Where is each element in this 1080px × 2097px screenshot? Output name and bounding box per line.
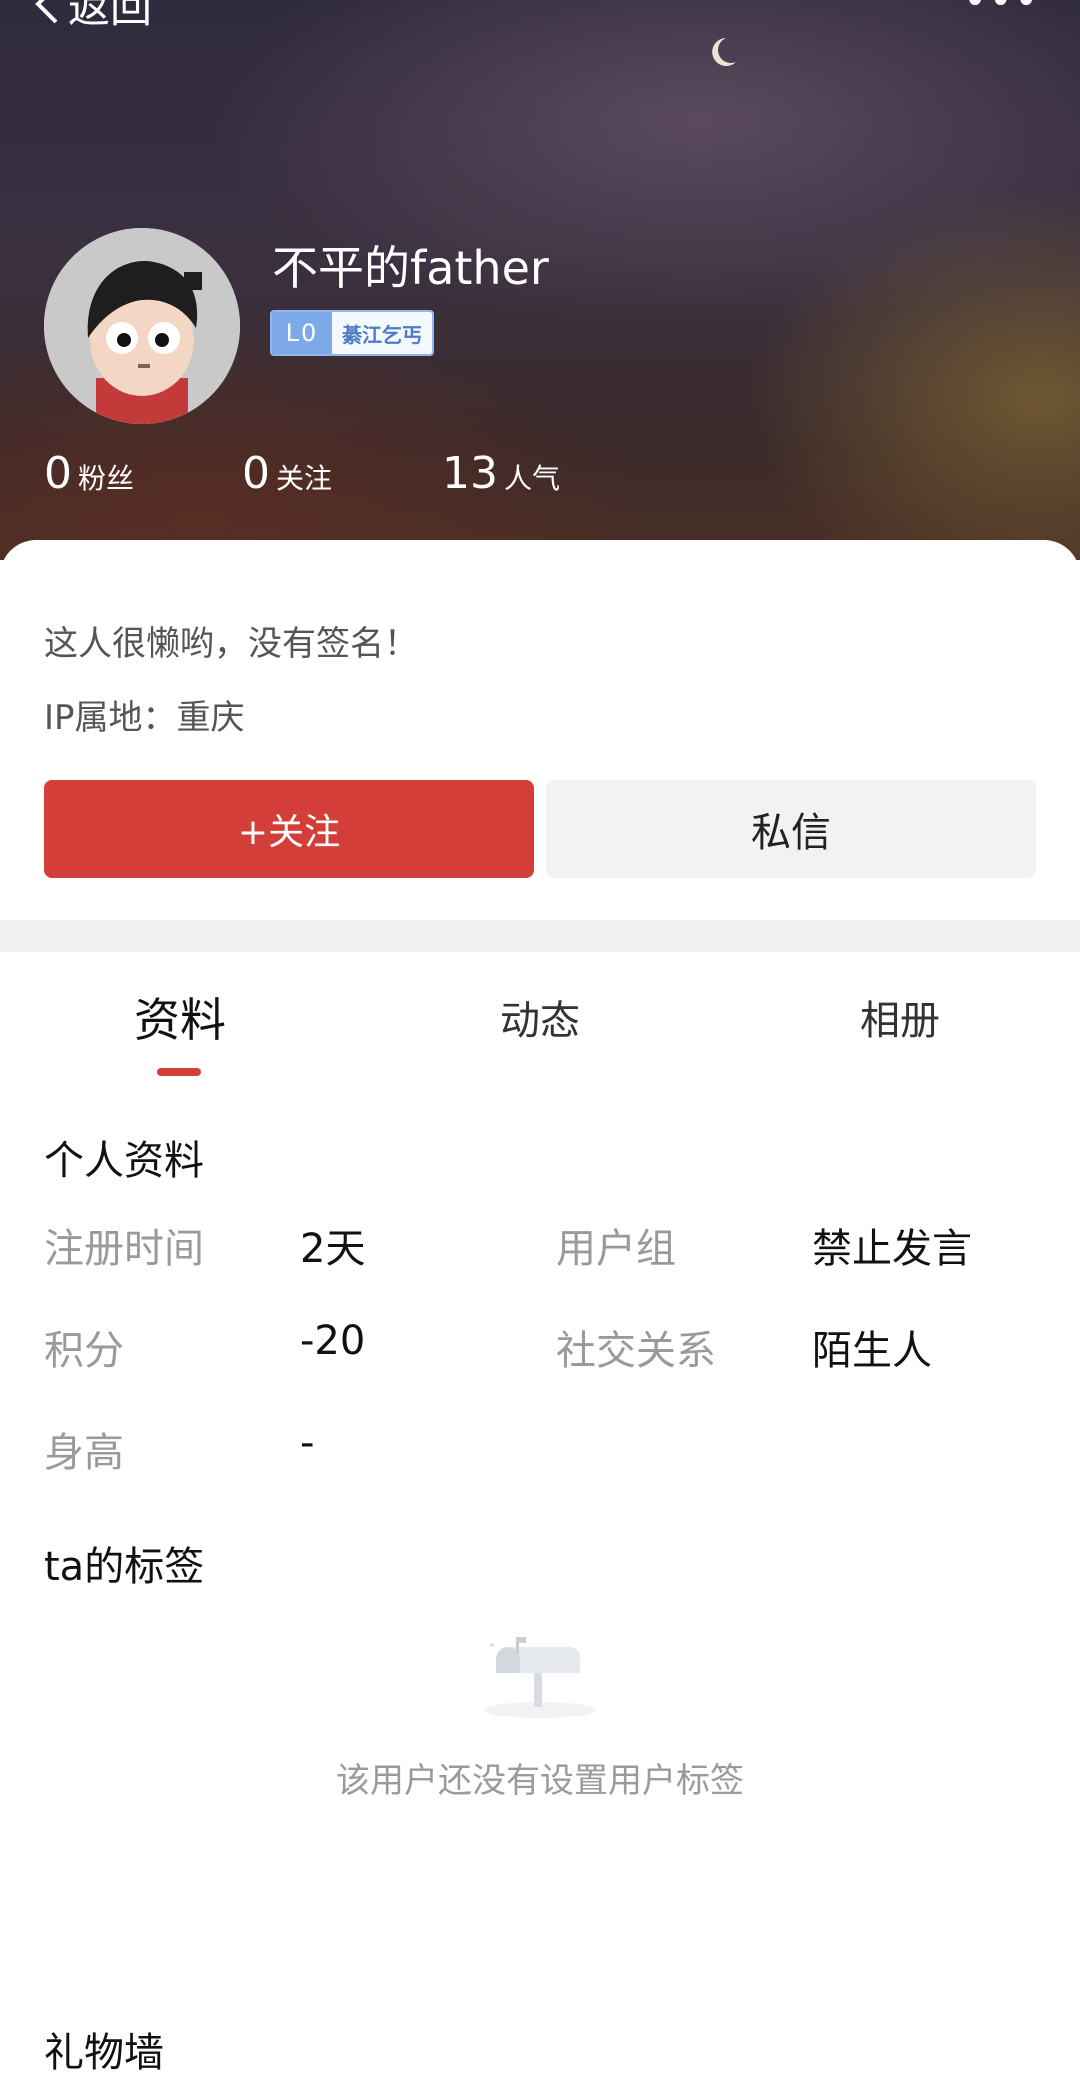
- follow-button[interactable]: +关注: [44, 780, 534, 878]
- tags-title: ta的标签: [44, 1544, 205, 1590]
- tab-profile[interactable]: 资料: [134, 984, 226, 1050]
- avatar-cartoon-icon: [44, 228, 240, 424]
- tab-album[interactable]: 相册: [860, 988, 940, 1046]
- info-value: 禁止发言: [812, 1226, 972, 1272]
- profile-header: 返回 ••• 不平的father L0 綦江乞丐 0 粉丝 0 关注 13 人气: [0, 0, 1080, 560]
- info-label: 注册时间: [44, 1226, 204, 1272]
- info-value: -20: [300, 1318, 366, 1364]
- level-tag: 綦江乞丐: [332, 312, 432, 354]
- username: 不平的father: [272, 241, 549, 295]
- info-value: 2天: [300, 1226, 366, 1272]
- info-value: 陌生人: [812, 1328, 932, 1374]
- stat-number: 0: [44, 448, 72, 499]
- tags-empty-text: 该用户还没有设置用户标签: [336, 1761, 744, 1801]
- stat-label: 粉丝: [78, 462, 135, 495]
- signature-text: 这人很懒哟，没有签名！: [44, 624, 418, 664]
- stat-fans[interactable]: 0 粉丝: [44, 448, 134, 499]
- stat-number: 0: [242, 448, 270, 499]
- more-options-button[interactable]: •••: [963, 0, 1040, 24]
- info-value: -: [300, 1420, 315, 1466]
- personal-info-title: 个人资料: [44, 1138, 204, 1184]
- info-label: 身高: [44, 1430, 124, 1476]
- moon-icon: [712, 38, 736, 66]
- message-button[interactable]: 私信: [546, 780, 1036, 878]
- back-button[interactable]: 返回: [30, 0, 152, 32]
- info-label: 社交关系: [556, 1328, 716, 1374]
- mailbox-icon: [484, 1637, 596, 1718]
- stats-row: 0 粉丝 0 关注 13 人气: [0, 448, 1080, 499]
- stat-label: 关注: [276, 462, 333, 495]
- tab-activity[interactable]: 动态: [500, 988, 580, 1046]
- gift-wall-title: 礼物墙: [44, 2030, 164, 2076]
- stat-number: 13: [442, 448, 498, 499]
- stat-following[interactable]: 0 关注: [242, 448, 332, 499]
- active-tab-indicator: [157, 1068, 201, 1076]
- chevron-left-icon: [35, 0, 58, 24]
- tab-bar: 资料 动态 相册: [0, 952, 1080, 1084]
- info-label: 用户组: [556, 1226, 676, 1272]
- profile-card: 这人很懒哟，没有签名！ IP属地：重庆 +关注 私信: [0, 540, 1080, 920]
- avatar[interactable]: [44, 228, 240, 424]
- level-badge: L0 綦江乞丐: [270, 310, 434, 356]
- ip-location: IP属地：重庆: [44, 698, 245, 738]
- section-divider: [0, 920, 1080, 952]
- stat-popularity: 13 人气: [442, 448, 560, 499]
- back-label: 返回: [68, 0, 153, 32]
- info-label: 积分: [44, 1328, 124, 1374]
- level-value: L0: [272, 312, 332, 354]
- stat-label: 人气: [504, 462, 561, 495]
